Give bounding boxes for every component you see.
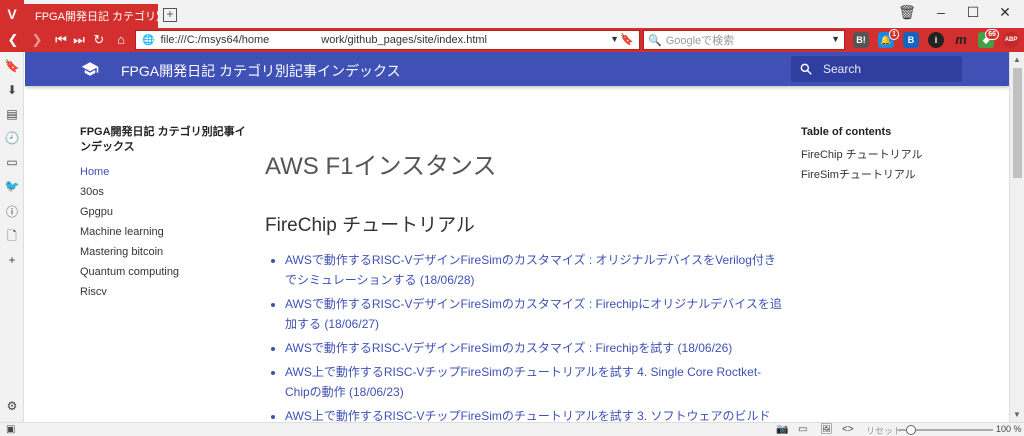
- close-icon[interactable]: ✕: [990, 4, 1020, 21]
- ext-notification-icon[interactable]: 🔔 1: [878, 29, 899, 48]
- page-panel-icon[interactable]: 🗋: [4, 228, 20, 244]
- notes-panel-icon[interactable]: ▤: [4, 106, 20, 122]
- ext-feedly-icon[interactable]: ◆ 66: [978, 29, 999, 48]
- site-search-field[interactable]: Search: [791, 56, 962, 82]
- downloads-panel-icon[interactable]: ⬇: [4, 82, 20, 98]
- section-heading: FireChip チュートリアル: [265, 215, 475, 236]
- forward-icon[interactable]: ❯: [28, 31, 46, 49]
- zoom-reset-label[interactable]: リセット: [866, 424, 902, 436]
- twitter-panel-icon[interactable]: 🐦: [4, 178, 20, 194]
- search-engine-placeholder: Googleで検索: [665, 35, 735, 47]
- vertical-scrollbar[interactable]: ▲ ▼: [1009, 52, 1024, 422]
- post-link[interactable]: AWS上で動作するRISC-VチップFireSimのチュートリアルを試す 3. …: [285, 409, 770, 422]
- new-tab-icon[interactable]: +: [163, 8, 177, 22]
- site-header: FPGA開発日記 カテゴリ別記事インデックス Search: [25, 52, 1009, 86]
- sidebar-nav: FPGA開発日記 カテゴリ別記事インデックス Home 30os Gpgpu M…: [80, 125, 250, 302]
- search-dropdown-icon[interactable]: ▼: [831, 34, 840, 44]
- feed-badge: 66: [985, 29, 999, 40]
- ext-hatena-icon[interactable]: B!: [853, 32, 869, 48]
- ext-info-icon[interactable]: i: [928, 32, 944, 48]
- settings-icon[interactable]: ⚙: [4, 398, 20, 414]
- scroll-thumb[interactable]: [1013, 68, 1022, 178]
- home-icon[interactable]: ⌂: [112, 31, 130, 49]
- bookmark-icon[interactable]: 🔖: [620, 33, 634, 46]
- zoom-value: 100 %: [996, 424, 1022, 434]
- ext-adblock-icon[interactable]: ABP: [1003, 32, 1019, 48]
- post-link[interactable]: AWSで動作するRISC-VデザインFireSimのカスタマイズ : Firec…: [285, 341, 732, 355]
- trash-icon[interactable]: 🗑: [892, 4, 922, 21]
- tab-title: FPGA開発日記 カテゴリ別記事: [35, 11, 158, 23]
- page-title: AWS F1インスタンス: [265, 153, 497, 180]
- code-icon[interactable]: <>: [842, 424, 854, 435]
- sidebar-item-gpgpu[interactable]: Gpgpu: [80, 202, 250, 222]
- status-bar: ▣ 📷 ▭ 🖼 <> リセット 100 %: [0, 422, 1024, 436]
- tab-active[interactable]: FPGA開発日記 カテゴリ別記事: [24, 4, 158, 28]
- panel-toggle-icon[interactable]: ▣: [6, 424, 15, 435]
- info-panel-icon[interactable]: ⓘ: [4, 204, 20, 220]
- post-link[interactable]: AWS上で動作するRISC-VチップFireSimのチュートリアルを試す 4. …: [285, 365, 761, 399]
- list-item: AWS上で動作するRISC-VチップFireSimのチュートリアルを試す 3. …: [285, 406, 785, 422]
- page-viewport: FPGA開発日記 カテゴリ別記事インデックス Search FPGA開発日記 カ…: [25, 52, 1009, 422]
- site-title[interactable]: FPGA開発日記 カテゴリ別記事インデックス: [121, 61, 401, 81]
- rewind-icon[interactable]: ⏮: [52, 31, 70, 49]
- toc-item-firechip[interactable]: FireChip チュートリアル: [801, 145, 961, 165]
- toc-title: Table of contents: [801, 126, 892, 138]
- graduation-cap-icon[interactable]: [81, 60, 99, 78]
- fast-forward-icon[interactable]: ⏭: [70, 31, 88, 49]
- sidebar-item-30os[interactable]: 30os: [80, 182, 250, 202]
- history-panel-icon[interactable]: 🕘: [4, 130, 20, 146]
- notification-badge: 1: [889, 29, 899, 40]
- zoom-slider-handle[interactable]: [906, 425, 916, 435]
- site-info-icon[interactable]: 🌐: [142, 35, 154, 46]
- post-link[interactable]: AWSで動作するRISC-VデザインFireSimのカスタマイズ : オリジナル…: [285, 253, 776, 287]
- image-icon[interactable]: 🖼: [820, 424, 833, 435]
- toc-item-firesim[interactable]: FireSimチュートリアル: [801, 165, 961, 185]
- sidebar-title: FPGA開発日記 カテゴリ別記事インデックス: [80, 126, 246, 153]
- scroll-up-icon[interactable]: ▲: [1013, 55, 1021, 64]
- list-item: AWS上で動作するRISC-VチップFireSimのチュートリアルを試す 4. …: [285, 362, 785, 402]
- sidebar-item-home[interactable]: Home: [80, 162, 250, 182]
- vivaldi-menu-icon[interactable]: V: [0, 0, 24, 28]
- browser-window: V FPGA開発日記 カテゴリ別記事 + 🗑 – ☐ ✕ ❮ ❯ ⏮ ⏭ ↻ ⌂…: [0, 0, 1024, 436]
- window-panel-icon[interactable]: ▭: [4, 154, 20, 170]
- url-text-part2: work/github_pages/site/index.html: [321, 34, 487, 46]
- side-panel-bar: 🔖 ⬇ ▤ 🕘 ▭ 🐦 ⓘ 🗋 + ⚙: [0, 52, 24, 436]
- list-item: AWSで動作するRISC-VデザインFireSimのカスタマイズ : Firec…: [285, 294, 785, 334]
- sidebar-item-machine-learning[interactable]: Machine learning: [80, 222, 250, 242]
- list-item: AWSで動作するRISC-VデザインFireSimのカスタマイズ : Firec…: [285, 338, 785, 358]
- main-content: AWS F1インスタンス FireChip チュートリアル AWSで動作するRI…: [265, 152, 785, 422]
- sidebar-item-quantum-computing[interactable]: Quantum computing: [80, 262, 250, 282]
- site-search-placeholder: Search: [823, 62, 862, 76]
- bookmarks-panel-icon[interactable]: 🔖: [4, 58, 20, 74]
- url-text-part1: file:///C:/msys64/home: [160, 34, 270, 46]
- maximize-icon[interactable]: ☐: [958, 4, 988, 21]
- scroll-down-icon[interactable]: ▼: [1013, 410, 1021, 419]
- search-icon: [800, 63, 812, 75]
- url-field[interactable]: 🌐 file:///C:/msys64/home work/github_pag…: [135, 30, 640, 50]
- sidebar-item-riscv[interactable]: Riscv: [80, 282, 250, 302]
- ext-b-icon[interactable]: B: [903, 32, 919, 48]
- back-icon[interactable]: ❮: [4, 31, 22, 49]
- search-engine-icon[interactable]: 🔍: [648, 34, 662, 47]
- sidebar-item-mastering-bitcoin[interactable]: Mastering bitcoin: [80, 242, 250, 262]
- title-bar: V FPGA開発日記 カテゴリ別記事 + 🗑 – ☐ ✕: [0, 0, 1024, 28]
- table-of-contents: Table of contents FireChip チュートリアル FireS…: [801, 125, 961, 185]
- tile-icon[interactable]: ▭: [798, 424, 807, 435]
- search-engine-field[interactable]: 🔍 Googleで検索 ▼: [643, 30, 845, 50]
- list-item: AWSで動作するRISC-VデザインFireSimのカスタマイズ : オリジナル…: [285, 250, 785, 290]
- url-dropdown-icon[interactable]: ▼: [610, 34, 619, 44]
- camera-icon[interactable]: 📷: [776, 424, 788, 435]
- address-toolbar: ❮ ❯ ⏮ ⏭ ↻ ⌂ 🌐 file:///C:/msys64/home wor…: [0, 28, 1024, 52]
- minimize-icon[interactable]: –: [926, 4, 956, 20]
- add-panel-icon[interactable]: +: [4, 252, 20, 268]
- ext-m-icon[interactable]: m: [953, 32, 969, 48]
- post-list: AWSで動作するRISC-VデザインFireSimのカスタマイズ : オリジナル…: [265, 250, 785, 422]
- reload-icon[interactable]: ↻: [90, 31, 108, 49]
- post-link[interactable]: AWSで動作するRISC-VデザインFireSimのカスタマイズ : Firec…: [285, 297, 782, 331]
